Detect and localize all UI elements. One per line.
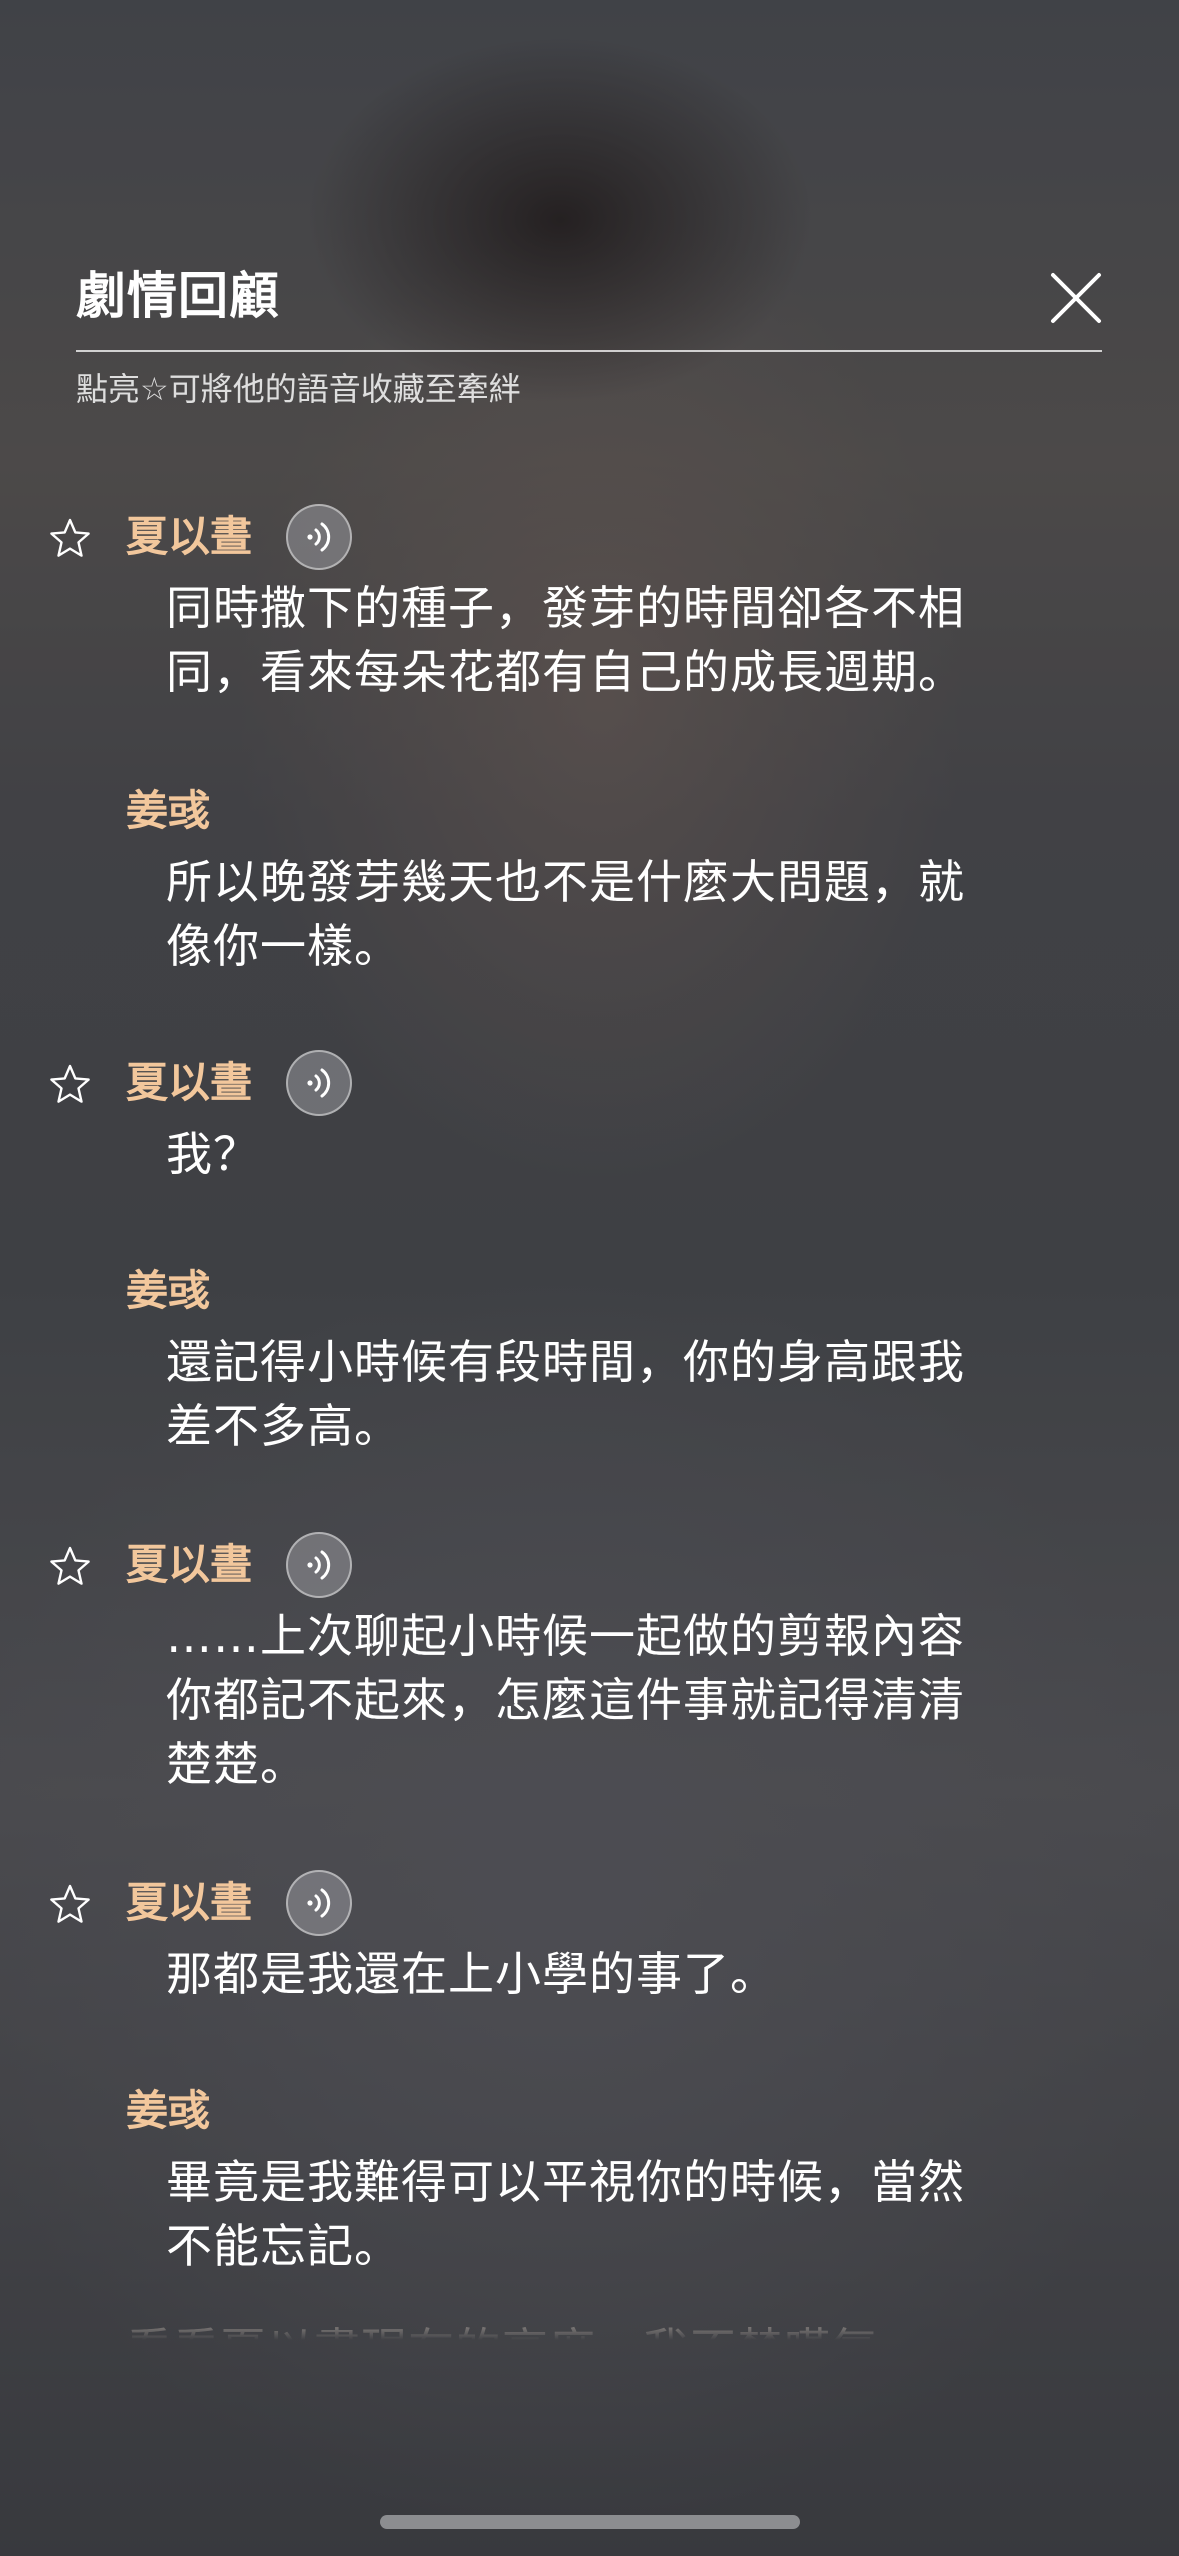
speaker-name: 夏以晝 [126, 1540, 253, 1589]
star-outline-icon[interactable] [48, 516, 92, 560]
voice-play-button[interactable] [286, 1050, 352, 1116]
dialogue-line: 不能忘記。 [166, 2219, 401, 2273]
dialogue-line: 差不多高。 [166, 1399, 401, 1453]
voice-play-button[interactable] [286, 504, 352, 570]
dialogue-line: 還記得小時候有段時間，你的身高跟我 [166, 1335, 965, 1389]
star-outline-icon[interactable] [48, 1544, 92, 1588]
dialogue-line-partial: 看看夏以晝現在的高度，我不禁嘆氣 [126, 2323, 878, 2377]
dialogue-line: 那都是我還在上小學的事了。 [166, 1947, 777, 2001]
dialogue-line: ……上次聊起小時候一起做的剪報內容 [166, 1609, 965, 1663]
speaker-name: 夏以晝 [126, 1058, 253, 1107]
dialogue-line: 畢竟是我難得可以平視你的時候，當然 [166, 2155, 965, 2209]
speaker-name: 夏以晝 [126, 1878, 253, 1927]
sound-wave-icon [307, 1068, 331, 1098]
star-outline-icon[interactable] [48, 1882, 92, 1926]
speaker-name: 姜彧 [126, 1266, 211, 1315]
star-outline-icon[interactable] [48, 1062, 92, 1106]
sound-wave-icon [307, 522, 331, 552]
dialogue-line: 像你一樣。 [166, 919, 401, 973]
speaker-name: 夏以晝 [126, 512, 253, 561]
dialogue-line: 你都記不起來，怎麼這件事就記得清清 [166, 1673, 965, 1727]
speaker-name: 姜彧 [126, 2086, 211, 2135]
story-review-overlay: 劇情回顧 點亮☆可將他的語音收藏至牽絆 夏以晝 同時撒下的種子，發芽的時間卻各不… [0, 0, 1179, 2556]
dialogue-line: 我？ [166, 1127, 260, 1181]
dialogue-line: 楚楚。 [166, 1737, 307, 1791]
sound-wave-icon [307, 1550, 331, 1580]
sound-wave-icon [307, 1888, 331, 1918]
dialogue-line: 同，看來每朵花都有自己的成長週期。 [166, 645, 965, 699]
story-review-screen: 劇情回顧 點亮☆可將他的語音收藏至牽絆 夏以晝 同時撒下的種子，發芽的時間卻各不… [0, 0, 1179, 2556]
dialogue-log[interactable]: 夏以晝 同時撒下的種子，發芽的時間卻各不相 同，看來每朵花都有自己的成長週期。 … [0, 0, 1179, 2377]
voice-play-button[interactable] [286, 1870, 352, 1936]
voice-play-button[interactable] [286, 1532, 352, 1598]
dialogue-line: 同時撒下的種子，發芽的時間卻各不相 [166, 581, 965, 635]
speaker-name: 姜彧 [126, 786, 211, 835]
dialogue-line: 所以晚發芽幾天也不是什麼大問題，就 [166, 855, 965, 909]
home-indicator[interactable] [380, 2515, 800, 2529]
